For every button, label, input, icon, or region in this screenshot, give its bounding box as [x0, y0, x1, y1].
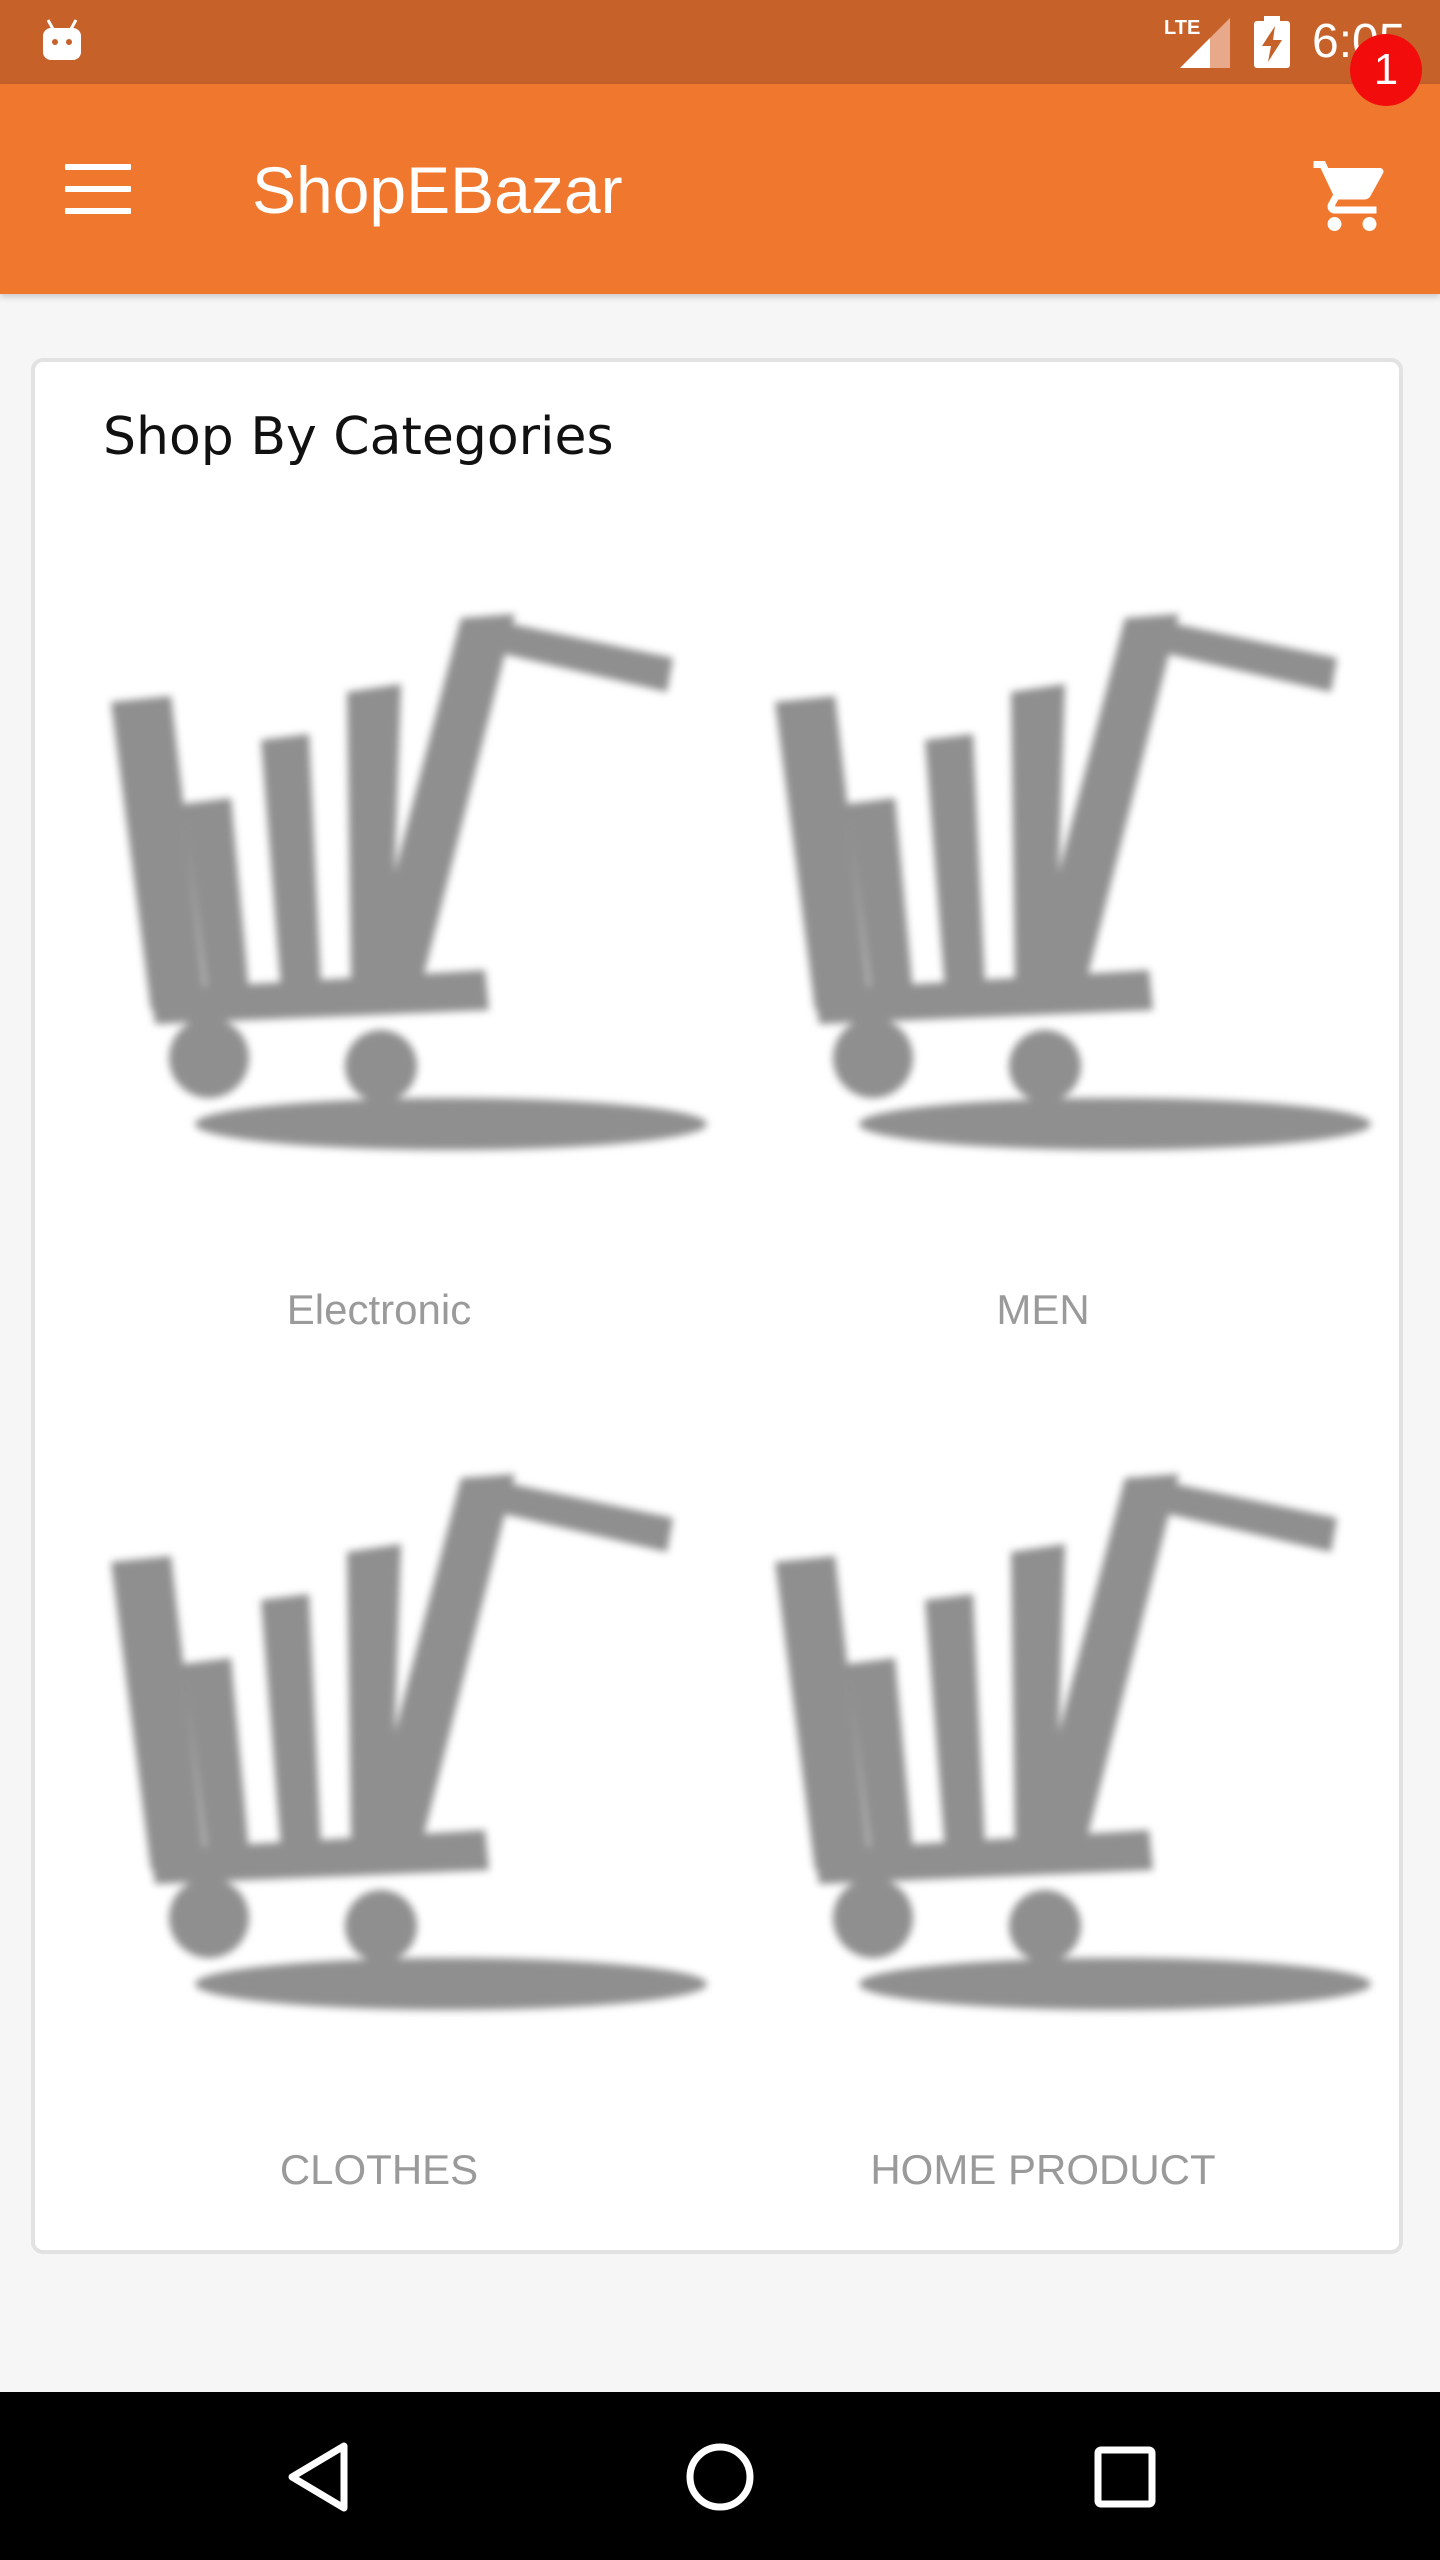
back-icon[interactable] [262, 2422, 372, 2532]
category-tile-electronic[interactable]: Electronic [59, 592, 707, 1412]
lte-label: LTE [1164, 17, 1200, 39]
category-tile-men[interactable]: MEN [723, 592, 1371, 1412]
lte-signal-icon: LTE [1164, 17, 1230, 68]
category-label: MEN [996, 1286, 1090, 1333]
shopping-cart-image [775, 614, 1371, 1150]
category-tile-clothes[interactable]: CLOTHES [59, 1452, 707, 2272]
section-title: Shop By Categories [103, 407, 614, 467]
app-title: ShopEBazar [252, 153, 623, 227]
recents-icon[interactable] [1070, 2422, 1180, 2532]
cart-icon [1313, 161, 1384, 231]
home-icon[interactable] [665, 2422, 775, 2532]
cart-button[interactable] [1300, 130, 1424, 254]
system-nav-bar [0, 2392, 1440, 2560]
android-icon [43, 19, 81, 60]
category-label: CLOTHES [279, 2146, 479, 2193]
menu-button[interactable] [40, 134, 156, 244]
shopping-cart-image [111, 1474, 707, 2010]
categories-card: Shop By Categories Electronic MEN CLOTHE… [31, 358, 1403, 2254]
shopping-cart-image [775, 1474, 1371, 2010]
app-bar: ShopEBazar [0, 84, 1440, 294]
category-label: HOME PRODUCT [870, 2146, 1216, 2193]
shopping-cart-image [111, 614, 707, 1150]
cart-count-badge: 1 [1350, 34, 1422, 106]
category-label: Electronic [286, 1286, 472, 1333]
battery-charging-icon [1254, 16, 1290, 68]
category-tile-home-product[interactable]: HOME PRODUCT [723, 1452, 1371, 2272]
status-bar: LTE 6:05 [0, 0, 1440, 84]
